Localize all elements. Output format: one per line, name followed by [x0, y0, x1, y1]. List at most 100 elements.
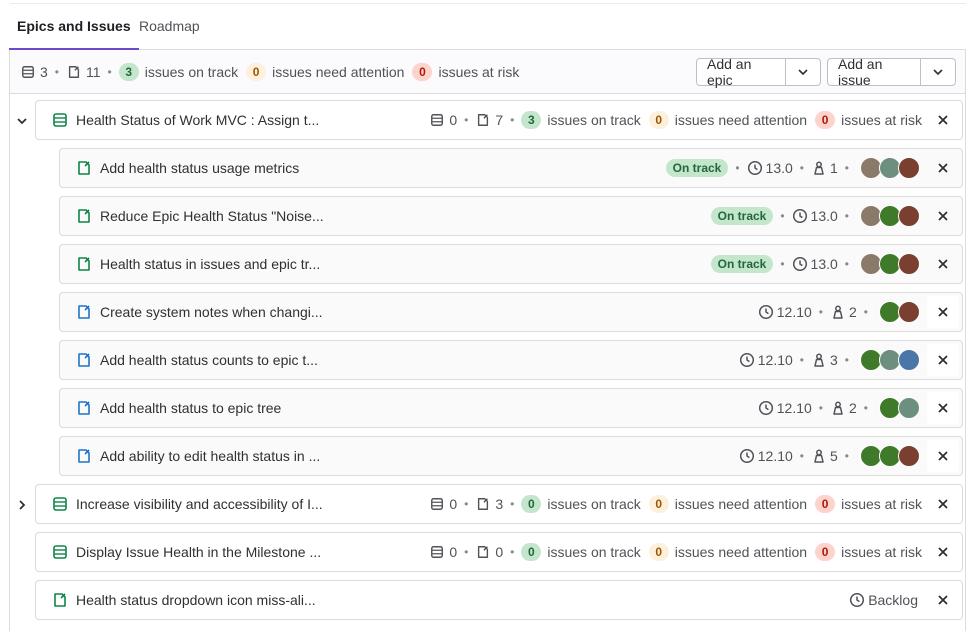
- child-issue-row[interactable]: Reduce Epic Health Status "Noise... On tr…: [59, 196, 963, 236]
- at-risk-label: issues at risk: [438, 64, 520, 80]
- issue-open-icon: [76, 160, 92, 176]
- epic-title[interactable]: Display Issue Health in the Milestone ..…: [76, 533, 321, 571]
- weight-icon: [814, 161, 824, 175]
- on-track-count: 0: [521, 495, 542, 513]
- at-risk-count: 0: [815, 111, 836, 129]
- issue-open-icon: [76, 256, 92, 272]
- tab-epics-and-issues[interactable]: Epics and Issues: [9, 4, 139, 50]
- clock-icon: [758, 304, 773, 320]
- assignees: [860, 349, 920, 371]
- issue-row[interactable]: Health status dropdown icon miss-ali... …: [35, 580, 963, 620]
- weight-icon: [814, 353, 824, 367]
- remove-button[interactable]: [924, 485, 962, 523]
- remove-button[interactable]: [927, 440, 959, 472]
- child-issue-row[interactable]: Add health status to epic tree 12.10 • 2 •: [59, 388, 963, 428]
- child-issue-row[interactable]: Add health status counts to epic t... 12.…: [59, 340, 963, 380]
- remove-button[interactable]: [924, 197, 962, 235]
- issue-count: 3: [495, 496, 504, 512]
- epic-title[interactable]: Increase visibility and accessibility of…: [76, 485, 323, 523]
- child-issue-row[interactable]: Create system notes when changi... 12.10 •…: [59, 292, 963, 332]
- milestone: 13.0: [810, 208, 838, 224]
- milestone: 12.10: [776, 304, 812, 320]
- issue-title[interactable]: Create system notes when changi...: [100, 293, 323, 331]
- separator-dot: •: [818, 401, 823, 415]
- needs-attention-label: issues need attention: [674, 496, 808, 512]
- epic-row[interactable]: Display Issue Health in the Milestone ..…: [35, 532, 963, 572]
- issue-meta: On track • 13.0 •: [710, 197, 962, 235]
- remove-button[interactable]: [924, 533, 962, 571]
- avatar[interactable]: [898, 349, 920, 371]
- child-issue-row[interactable]: Health status in issues and epic tr... On…: [59, 244, 963, 284]
- on-track-label: issues on track: [547, 112, 641, 128]
- add-issue-dropdown[interactable]: [921, 58, 956, 86]
- summary-header: 3 • 11 • 3 issues on track 0 issues need…: [10, 50, 965, 94]
- weight: 1: [830, 160, 838, 176]
- remove-button[interactable]: [924, 149, 962, 187]
- avatar[interactable]: [898, 397, 920, 419]
- assignees: [860, 253, 920, 275]
- avatar[interactable]: [898, 301, 920, 323]
- issue-title[interactable]: Health status dropdown icon miss-ali...: [76, 581, 316, 619]
- add-epic-dropdown[interactable]: [786, 58, 821, 86]
- separator-dot: •: [844, 353, 849, 367]
- avatar[interactable]: [898, 445, 920, 467]
- on-track-label: issues on track: [547, 544, 641, 560]
- add-issue-split-button: Add an issue: [827, 56, 956, 88]
- issue-title[interactable]: Health status in issues and epic tr...: [100, 245, 320, 283]
- avatar[interactable]: [898, 253, 920, 275]
- epic-row[interactable]: Health Status of Work MVC : Assign t... …: [35, 100, 963, 140]
- add-epic-button[interactable]: Add an epic: [696, 56, 786, 88]
- add-issue-button[interactable]: Add an issue: [827, 56, 921, 88]
- separator-dot: •: [107, 65, 112, 79]
- issue-closed-icon: [76, 448, 92, 464]
- epic-title[interactable]: Health Status of Work MVC : Assign t...: [76, 101, 319, 139]
- at-risk-label: issues at risk: [841, 544, 922, 560]
- weight: 3: [830, 352, 838, 368]
- milestone: 13.0: [765, 160, 793, 176]
- issue-title[interactable]: Add health status to epic tree: [100, 389, 281, 427]
- issue-title[interactable]: Add health status counts to epic t...: [100, 341, 318, 379]
- issue-title[interactable]: Reduce Epic Health Status "Noise...: [100, 197, 324, 235]
- epic-meta: 0 • 0 • 0 issues on track 0 issues need …: [429, 533, 962, 571]
- epic-row[interactable]: Increase visibility and accessibility of…: [35, 484, 963, 524]
- close-icon: [938, 451, 948, 461]
- on-track-count: 3: [521, 111, 542, 129]
- close-icon: [938, 115, 948, 125]
- remove-button[interactable]: [927, 344, 959, 376]
- avatar[interactable]: [898, 157, 920, 179]
- issue-open-icon: [52, 592, 68, 608]
- separator-dot: •: [799, 161, 804, 175]
- epic-count: 0: [449, 112, 458, 128]
- expand-epic-toggle[interactable]: [14, 497, 30, 513]
- close-icon: [938, 259, 948, 269]
- collapse-epic-toggle[interactable]: [14, 113, 30, 129]
- remove-button[interactable]: [924, 581, 962, 619]
- issue-title[interactable]: Add health status usage metrics: [100, 149, 299, 187]
- milestone: 12.10: [776, 400, 812, 416]
- on-track-label: issues on track: [144, 64, 239, 80]
- child-issue-row[interactable]: Add ability to edit health status in ...…: [59, 436, 963, 476]
- epic-count: 0: [449, 544, 458, 560]
- remove-button[interactable]: [927, 296, 959, 328]
- issue-meta: On track • 13.0 •: [710, 245, 962, 283]
- issue-meta: 12.10 • 3 •: [739, 341, 962, 379]
- remove-button[interactable]: [924, 245, 962, 283]
- add-epic-split-button: Add an epic: [696, 56, 821, 88]
- assignees: [860, 445, 920, 467]
- child-issue-row[interactable]: Add health status usage metrics On track •…: [59, 148, 963, 188]
- at-risk-count: 0: [815, 543, 836, 561]
- close-icon: [938, 499, 948, 509]
- tab-roadmap[interactable]: Roadmap: [139, 4, 200, 50]
- epic-icon: [20, 64, 36, 80]
- needs-attention-label: issues need attention: [272, 64, 405, 80]
- epic-icon: [52, 112, 68, 128]
- issue-count: 0: [495, 544, 504, 560]
- remove-button[interactable]: [924, 101, 962, 139]
- close-icon: [938, 211, 948, 221]
- issue-title[interactable]: Add ability to edit health status in ...: [100, 437, 320, 475]
- remove-button[interactable]: [927, 392, 959, 424]
- clock-icon: [792, 256, 807, 272]
- avatar[interactable]: [898, 205, 920, 227]
- separator-dot: •: [510, 497, 515, 511]
- needs-attention-count: 0: [246, 63, 267, 81]
